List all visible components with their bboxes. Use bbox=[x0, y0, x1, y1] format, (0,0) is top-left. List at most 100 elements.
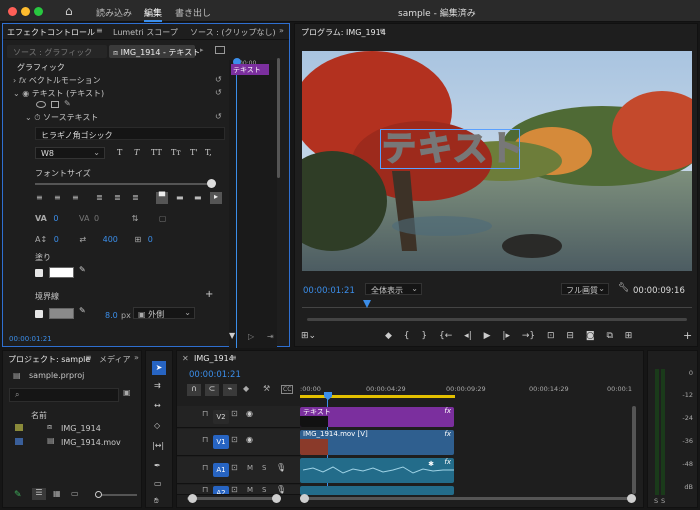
thumbnail-size-slider[interactable] bbox=[97, 494, 137, 496]
solo-left-button[interactable]: S bbox=[654, 497, 658, 505]
extract-icon[interactable]: ⊟ bbox=[566, 331, 574, 341]
project-search-input[interactable]: ⌕ bbox=[9, 388, 119, 402]
step-back-icon[interactable]: ◂| bbox=[464, 331, 472, 341]
play-icon[interactable]: ▶ bbox=[484, 331, 491, 341]
minimize-window-button[interactable] bbox=[21, 7, 30, 16]
video-frame[interactable]: テキスト bbox=[302, 51, 692, 271]
kerning-value[interactable]: 0 bbox=[53, 214, 58, 223]
ec-clip-bar[interactable]: テキスト bbox=[231, 64, 269, 75]
justify-center-icon[interactable]: ≣ bbox=[114, 193, 121, 202]
panel-overflow-icon[interactable]: » bbox=[279, 26, 284, 35]
close-tab-icon[interactable]: ✕ bbox=[182, 354, 189, 363]
ellipse-mask-icon[interactable] bbox=[36, 101, 46, 108]
solo-right-button[interactable]: S bbox=[661, 497, 665, 505]
thumbnail-size-handle[interactable] bbox=[95, 491, 102, 498]
lock-icon[interactable]: ⊓ bbox=[202, 485, 208, 494]
mark-in-icon[interactable]: { bbox=[404, 331, 410, 341]
add-marker-icon[interactable]: ◆ bbox=[243, 384, 249, 393]
track-select-tool-icon[interactable]: ⇉ bbox=[154, 381, 161, 390]
eye-icon[interactable]: ◉ bbox=[22, 89, 32, 98]
font-family-field[interactable]: ヒラギノ角ゴシック bbox=[35, 127, 225, 140]
kerning-auto-value[interactable]: 0 bbox=[94, 214, 99, 223]
baseline-value[interactable]: 0 bbox=[54, 235, 59, 244]
tab-lumetri-scope[interactable]: Lumetri スコープ bbox=[113, 27, 178, 38]
tracking-value[interactable]: 400 bbox=[103, 235, 118, 244]
rect-mask-icon[interactable] bbox=[51, 101, 59, 108]
video-clip[interactable]: IMG_1914.mov [V] fx bbox=[300, 430, 454, 455]
track-label-a1[interactable]: A1 bbox=[213, 463, 229, 477]
program-zoom-bar[interactable] bbox=[307, 318, 687, 321]
all-caps-button[interactable]: TT bbox=[151, 148, 171, 157]
settings-icon[interactable]: ⊞⌄ bbox=[301, 331, 316, 341]
text-direction-icon[interactable]: ▸ bbox=[210, 192, 222, 204]
lift-icon[interactable]: ⊡ bbox=[547, 331, 555, 341]
lock-icon[interactable]: ⊓ bbox=[202, 409, 208, 418]
export-frame-icon[interactable]: ⇥ bbox=[267, 332, 274, 341]
linked-selection-icon[interactable]: ⌁ bbox=[223, 384, 237, 396]
track-label-v2[interactable]: V2 bbox=[213, 410, 229, 424]
tab-effect-controls[interactable]: エフェクトコントロール bbox=[7, 27, 95, 38]
stroke-checkbox[interactable] bbox=[35, 310, 43, 318]
text-layer-row[interactable]: ⌄ ◉ テキスト (テキスト) bbox=[13, 88, 104, 99]
write-mode-icon[interactable]: ✎ bbox=[14, 490, 22, 500]
menu-tab-import[interactable]: 読み込み bbox=[96, 6, 132, 19]
program-monitor-title[interactable]: プログラム: IMG_1914 bbox=[301, 27, 386, 38]
headers-scroll-handle[interactable] bbox=[188, 494, 197, 503]
font-weight-select[interactable]: W8 ⌄ bbox=[35, 147, 105, 159]
snap-icon[interactable]: ⊂ bbox=[205, 384, 219, 396]
small-caps-button[interactable]: Tт bbox=[171, 148, 190, 157]
panel-menu-icon[interactable]: ≡ bbox=[96, 26, 103, 35]
fill-checkbox[interactable] bbox=[35, 269, 43, 277]
tab-timeline-sequence[interactable]: IMG_1914 bbox=[194, 354, 234, 363]
tab-source[interactable]: ソース : (クリップなし) bbox=[190, 27, 276, 38]
audio-clip-a2[interactable] bbox=[300, 486, 454, 495]
solo-button[interactable]: S bbox=[262, 486, 266, 494]
program-scrub-ruler[interactable] bbox=[302, 302, 692, 308]
align-left-icon[interactable]: ≡ bbox=[36, 193, 43, 202]
add-marker-icon[interactable]: ◆ bbox=[385, 331, 392, 341]
wrench-icon[interactable]: 🔧︎ bbox=[618, 283, 629, 293]
headers-scrollbar[interactable] bbox=[187, 497, 277, 500]
work-area-bar[interactable] bbox=[300, 395, 455, 398]
home-icon[interactable]: ⌂ bbox=[65, 4, 73, 18]
timeline-vertical-scrollbar[interactable] bbox=[632, 406, 636, 494]
track-label-v1[interactable]: V1 bbox=[213, 435, 229, 449]
timeline-horizontal-scrollbar[interactable] bbox=[300, 497, 632, 500]
timeline-zoom-handle-left[interactable] bbox=[300, 494, 309, 503]
panel-menu-icon[interactable]: ≡ bbox=[230, 353, 237, 362]
reset-icon[interactable]: ↺ bbox=[215, 88, 222, 97]
program-timecode[interactable]: 00:00:01:21 bbox=[303, 286, 355, 296]
fill-color-swatch[interactable] bbox=[49, 267, 74, 278]
slip-tool-icon[interactable]: |↔| bbox=[152, 441, 164, 450]
microphone-icon[interactable]: 🎙︎ bbox=[276, 463, 286, 472]
step-forward-icon[interactable]: |▸ bbox=[502, 331, 510, 341]
source-text-row[interactable]: ⌄ ⏱ ソーステキスト bbox=[25, 112, 98, 123]
align-bottom-icon[interactable]: ▬ bbox=[194, 193, 202, 202]
eyedropper-icon[interactable]: ✎ bbox=[79, 306, 86, 315]
zoom-fit-select[interactable]: 全体表示 ⌄ bbox=[365, 283, 422, 295]
font-size-slider[interactable] bbox=[35, 183, 215, 185]
sync-lock-icon[interactable]: ⊡ bbox=[231, 463, 238, 472]
audio-clip[interactable]: ✱ fx bbox=[300, 458, 454, 483]
mute-button[interactable]: M bbox=[247, 464, 253, 472]
nest-icon[interactable]: ∩ bbox=[187, 384, 201, 396]
mute-button[interactable]: M bbox=[247, 486, 253, 494]
timeline-playhead[interactable] bbox=[324, 392, 332, 400]
justify-right-icon[interactable]: ≣ bbox=[132, 193, 139, 202]
faux-bold-button[interactable]: T bbox=[117, 148, 134, 157]
pen-mask-icon[interactable]: ✎ bbox=[64, 99, 71, 108]
lock-icon[interactable]: ⊓ bbox=[202, 435, 208, 444]
eye-icon[interactable]: ◉ bbox=[246, 435, 253, 444]
timeline-zoom-handle-right[interactable] bbox=[627, 494, 636, 503]
ec-scrollbar[interactable] bbox=[277, 58, 280, 178]
sync-lock-icon[interactable]: ⊡ bbox=[231, 485, 238, 494]
menu-tab-edit[interactable]: 編集 bbox=[144, 6, 163, 22]
pen-tool-icon[interactable]: ✒ bbox=[154, 461, 161, 470]
panel-menu-icon[interactable]: ≡ bbox=[85, 353, 92, 362]
go-to-in-icon[interactable]: {← bbox=[439, 331, 452, 341]
panel-overflow-icon[interactable]: » bbox=[134, 353, 139, 362]
superscript-button[interactable]: T' bbox=[190, 148, 205, 157]
project-item-name[interactable]: IMG_1914 bbox=[61, 424, 101, 433]
reset-icon[interactable]: ↺ bbox=[215, 75, 222, 84]
project-item-name[interactable]: IMG_1914.mov bbox=[61, 438, 121, 447]
